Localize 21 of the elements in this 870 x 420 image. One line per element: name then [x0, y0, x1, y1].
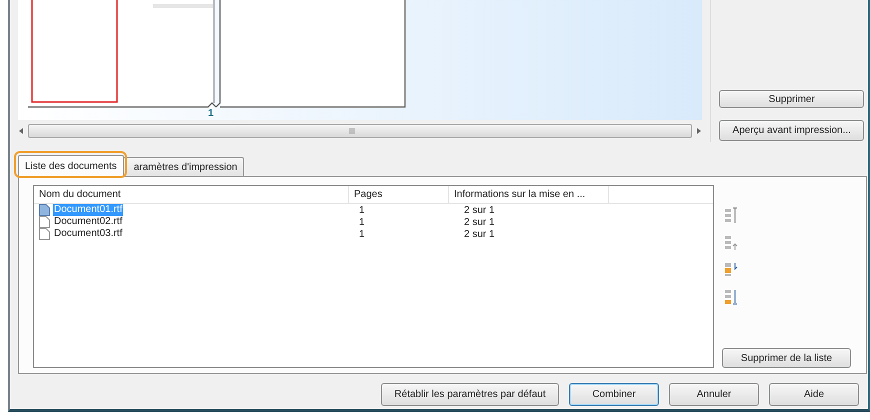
document-name[interactable]: Document03.rtf: [53, 228, 124, 240]
remove-from-list-button[interactable]: Supprimer de la liste: [722, 348, 851, 368]
table-cell-text: 1: [358, 216, 366, 228]
tab[interactable]: aramètres d'impression: [122, 157, 244, 176]
table-cell-text: 2 sur 1: [463, 228, 496, 240]
page-number: 1: [208, 108, 214, 119]
table-cell-text: 2 sur 1: [463, 216, 496, 228]
help-button[interactable]: Aide: [769, 383, 859, 406]
reset-defaults-button[interactable]: Rétablir les paramètres par défaut: [381, 383, 559, 406]
delete-button[interactable]: Supprimer: [719, 90, 864, 108]
print-preview-button[interactable]: Aperçu avant impression...: [719, 120, 864, 141]
column-header[interactable]: Informations sur la mise en ...: [449, 186, 609, 203]
column-header[interactable]: Pages: [349, 186, 449, 203]
table-cell-text: 2 sur 1: [463, 204, 496, 216]
table-cell-text: 1: [358, 228, 366, 240]
document-name[interactable]: Document02.rtf: [53, 216, 124, 228]
cancel-button[interactable]: Annuler: [669, 383, 759, 406]
table-cell-text: 1: [358, 204, 366, 216]
combine-button[interactable]: Combiner: [569, 383, 659, 406]
tab[interactable]: Liste des documents: [18, 155, 124, 177]
column-header[interactable]: Nom du document: [34, 186, 349, 203]
